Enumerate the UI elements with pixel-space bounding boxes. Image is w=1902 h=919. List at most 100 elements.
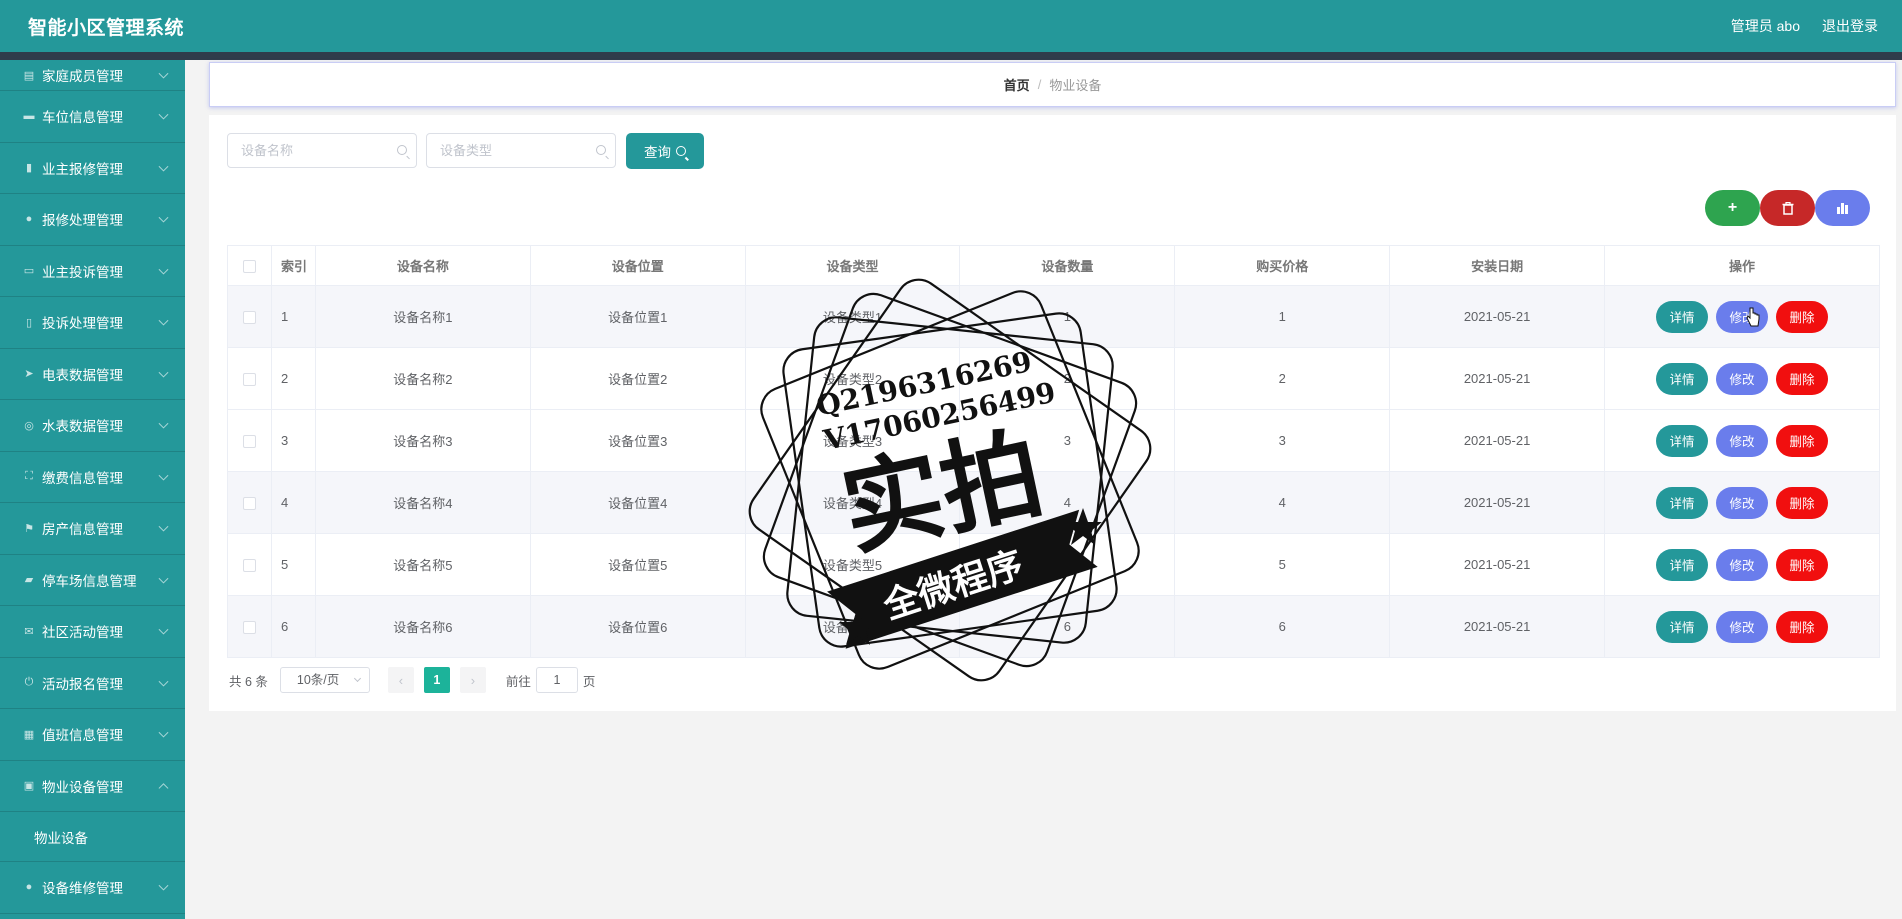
date-cell: 2021-05-21 bbox=[1389, 347, 1606, 410]
row-select-cell bbox=[227, 471, 272, 534]
sidebar-item-complaint-handling[interactable]: ▯ 投诉处理管理 bbox=[0, 297, 185, 349]
edit-button[interactable]: 修改 bbox=[1716, 362, 1768, 395]
sidebar-item-label: 停车场信息管理 bbox=[42, 573, 137, 589]
sidebar-item-duty-info[interactable]: ▦ 值班信息管理 bbox=[0, 709, 185, 761]
search-icon bbox=[397, 145, 407, 155]
chevron-down-icon bbox=[158, 880, 169, 891]
row-checkbox[interactable] bbox=[242, 435, 256, 449]
delete-button[interactable]: 删除 bbox=[1776, 548, 1828, 581]
delete-selected-button[interactable] bbox=[1760, 190, 1815, 226]
page-number-current[interactable]: 1 bbox=[423, 667, 450, 693]
sidebar-item-parking-spaces[interactable]: ▬ 车位信息管理 bbox=[0, 91, 185, 143]
sidebar-item-payments[interactable]: ⛶ 缴费信息管理 bbox=[0, 452, 185, 503]
row-checkbox[interactable] bbox=[242, 497, 256, 511]
add-button[interactable]: + bbox=[1705, 190, 1760, 226]
ticket-icon: ▰ bbox=[24, 574, 34, 587]
quantity-cell: 6 bbox=[959, 595, 1176, 658]
page-size-select[interactable]: 10条/页 bbox=[279, 667, 370, 693]
chevron-down-icon bbox=[158, 161, 169, 172]
delete-button[interactable]: 删除 bbox=[1776, 300, 1828, 333]
sidebar-item-label: 车位信息管理 bbox=[42, 110, 123, 126]
table-row: 6 设备名称6 设备位置6 设备类型6 6 6 2021-05-21 详情 修改… bbox=[227, 595, 1880, 658]
sidebar-item-repair-handling[interactable]: ● 报修处理管理 bbox=[0, 194, 185, 246]
query-button[interactable]: 查询 bbox=[626, 133, 704, 169]
breadcrumb-current: 物业设备 bbox=[1049, 78, 1102, 93]
breadcrumb-separator: / bbox=[1037, 77, 1042, 92]
bar-chart-icon: ▮ bbox=[25, 162, 33, 175]
column-header: 购买价格 bbox=[1174, 245, 1391, 286]
detail-button[interactable]: 详情 bbox=[1656, 424, 1708, 457]
date-cell: 2021-05-21 bbox=[1389, 285, 1606, 348]
sidebar-item-label: 业主投诉管理 bbox=[42, 264, 123, 280]
operations-cell: 详情 修改 删除 bbox=[1604, 285, 1880, 348]
sidebar-item-property-equipment[interactable]: ▣ 物业设备管理 bbox=[0, 761, 185, 812]
column-header: 设备名称 bbox=[314, 245, 531, 286]
sidebar-item-owner-repairs[interactable]: ▮ 业主报修管理 bbox=[0, 143, 185, 194]
comment-icon: ▭ bbox=[23, 265, 35, 278]
next-page-button[interactable]: › bbox=[459, 667, 486, 693]
price-cell: 4 bbox=[1174, 471, 1391, 534]
name-cell: 设备名称5 bbox=[314, 533, 531, 596]
breadcrumb-home[interactable]: 首页 bbox=[1004, 75, 1030, 94]
mic-icon: ▯ bbox=[25, 316, 33, 329]
select-all-checkbox[interactable] bbox=[242, 260, 256, 274]
prev-page-button[interactable]: ‹ bbox=[387, 667, 414, 693]
goto-page-input[interactable]: 1 bbox=[535, 667, 578, 693]
sidebar-item-label: 活动报名管理 bbox=[42, 676, 123, 692]
sidebar-item-electricity-data[interactable]: ➤ 电表数据管理 bbox=[0, 349, 185, 400]
column-header: 设备数量 bbox=[959, 245, 1176, 286]
edit-button[interactable]: 修改 bbox=[1716, 548, 1768, 581]
sidebar-item-property-info[interactable]: ⚑ 房产信息管理 bbox=[0, 503, 185, 555]
equipment-type-search-input[interactable]: 设备类型 bbox=[426, 133, 616, 168]
chevron-down-icon bbox=[158, 573, 169, 584]
location-cell: 设备位置3 bbox=[529, 409, 746, 472]
row-select-cell bbox=[227, 285, 272, 348]
name-cell: 设备名称2 bbox=[314, 347, 531, 410]
row-checkbox[interactable] bbox=[242, 311, 256, 325]
sidebar-item-owner-complaints[interactable]: ▭ 业主投诉管理 bbox=[0, 246, 185, 297]
detail-button[interactable]: 详情 bbox=[1656, 610, 1708, 643]
row-checkbox[interactable] bbox=[242, 621, 256, 635]
statistics-button[interactable] bbox=[1815, 190, 1870, 226]
detail-button[interactable]: 详情 bbox=[1656, 486, 1708, 519]
quantity-cell: 3 bbox=[959, 409, 1176, 472]
header-divider bbox=[0, 52, 1902, 60]
sidebar-item-community-events[interactable]: ✉ 社区活动管理 bbox=[0, 606, 185, 658]
operations-cell: 详情 修改 删除 bbox=[1604, 533, 1880, 596]
detail-button[interactable]: 详情 bbox=[1656, 300, 1708, 333]
sidebar-subitem-equipment[interactable]: 物业设备 bbox=[0, 812, 185, 862]
name-cell: 设备名称6 bbox=[314, 595, 531, 658]
sidebar-item-event-signups[interactable]: ⏻ 活动报名管理 bbox=[0, 658, 185, 709]
sidebar-item-label: 电表数据管理 bbox=[42, 367, 123, 383]
edit-button[interactable]: 修改 bbox=[1716, 424, 1768, 457]
delete-button[interactable]: 删除 bbox=[1776, 362, 1828, 395]
detail-button[interactable]: 详情 bbox=[1656, 548, 1708, 581]
sidebar-item-parking-lot[interactable]: ▰ 停车场信息管理 bbox=[0, 555, 185, 606]
detail-button[interactable]: 详情 bbox=[1656, 362, 1708, 395]
location-cell: 设备位置5 bbox=[529, 533, 746, 596]
sidebar-item-equipment-repairs[interactable]: ● 设备维修管理 bbox=[0, 862, 185, 914]
column-header: 设备类型 bbox=[744, 245, 961, 286]
logout-link[interactable]: 退出登录 bbox=[1822, 16, 1878, 36]
admin-user-label[interactable]: 管理员 abo bbox=[1731, 16, 1800, 36]
row-checkbox[interactable] bbox=[242, 373, 256, 387]
sidebar-item-family-members[interactable]: ▤ 家庭成员管理 bbox=[0, 60, 185, 91]
delete-button[interactable]: 删除 bbox=[1776, 424, 1828, 457]
delete-button[interactable]: 删除 bbox=[1776, 610, 1828, 643]
sidebar-item-label: 家庭成员管理 bbox=[42, 69, 123, 84]
edit-button[interactable]: 修改 bbox=[1716, 610, 1768, 643]
equipment-name-search-input[interactable]: 设备名称 bbox=[227, 133, 417, 168]
sidebar-item-water-data[interactable]: ◎ 水表数据管理 bbox=[0, 400, 185, 452]
edit-button[interactable]: 修改 bbox=[1716, 300, 1768, 333]
goto-suffix: 页 bbox=[582, 674, 596, 689]
type-cell: 设备类型4 bbox=[744, 471, 961, 534]
delete-button[interactable]: 删除 bbox=[1776, 486, 1828, 519]
row-checkbox[interactable] bbox=[242, 559, 256, 573]
edit-button[interactable]: 修改 bbox=[1716, 486, 1768, 519]
search-icon bbox=[596, 145, 606, 155]
chevron-down-icon bbox=[158, 264, 169, 275]
sidebar-item-label: 值班信息管理 bbox=[42, 728, 123, 744]
table-row: 3 设备名称3 设备位置3 设备类型3 3 3 2021-05-21 详情 修改… bbox=[227, 409, 1880, 472]
index-cell: 3 bbox=[270, 409, 316, 472]
goto-prefix: 前往 bbox=[505, 674, 531, 689]
